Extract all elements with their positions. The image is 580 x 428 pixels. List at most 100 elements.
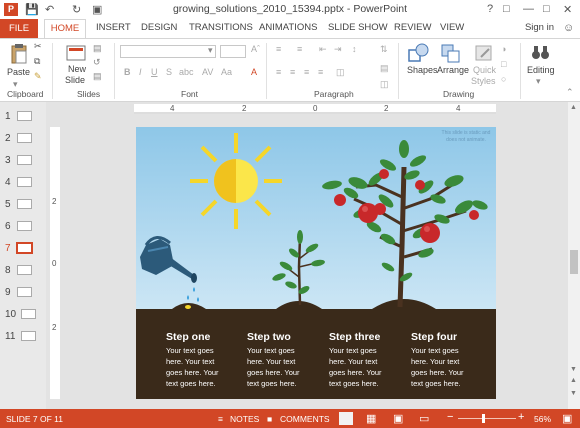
tab-view[interactable]: VIEW xyxy=(440,22,464,33)
slide-thumbnail[interactable]: 10 xyxy=(5,309,36,321)
step-block[interactable]: Step three Your text goes here. Your tex… xyxy=(329,331,409,389)
new-slide-label-2[interactable]: Slide xyxy=(65,75,85,85)
zoom-slider[interactable] xyxy=(458,418,516,419)
editing-label[interactable]: Editing xyxy=(527,65,555,75)
tab-design[interactable]: DESIGN xyxy=(141,22,177,33)
shape-outline-icon[interactable]: □ xyxy=(501,59,506,69)
reset-icon[interactable]: ↺ xyxy=(93,57,101,68)
slide-thumbnail[interactable]: 6 xyxy=(5,221,32,233)
increase-font-icon[interactable]: Aˆ xyxy=(251,44,260,54)
comments-icon[interactable]: ■ xyxy=(267,414,272,424)
underline-icon[interactable]: U xyxy=(151,67,158,77)
slide-thumbnail-image[interactable] xyxy=(17,287,32,297)
reading-view-icon[interactable]: ▣ xyxy=(393,412,403,425)
arrange-label[interactable]: Arrange xyxy=(437,65,469,75)
tab-review[interactable]: REVIEW xyxy=(394,22,431,33)
help-icon[interactable]: ? xyxy=(487,3,493,15)
strikethrough-icon[interactable]: abc xyxy=(179,67,194,77)
slide-thumbnail-image[interactable] xyxy=(16,242,33,254)
collapse-ribbon-icon[interactable]: ⌃ xyxy=(566,87,574,98)
font-name-dropdown-icon[interactable]: ▾ xyxy=(208,45,213,56)
align-left-icon[interactable]: ≡ xyxy=(276,67,281,77)
slide-thumbnail[interactable]: 5 xyxy=(5,199,32,211)
line-spacing-icon[interactable]: ↕ xyxy=(352,44,357,54)
shapes-icon[interactable] xyxy=(408,43,430,63)
slide-thumbnail[interactable]: 2 xyxy=(5,133,32,145)
columns-icon[interactable]: ◫ xyxy=(336,67,345,78)
tab-slide-show[interactable]: SLIDE SHOW xyxy=(328,22,388,33)
smartart-icon[interactable]: ◫ xyxy=(380,79,389,90)
section-icon[interactable]: ▤ xyxy=(93,71,102,82)
close-icon[interactable]: ✕ xyxy=(563,3,572,16)
maximize-icon[interactable]: □ xyxy=(543,3,550,15)
numbering-icon[interactable]: ≡ xyxy=(297,44,302,54)
italic-icon[interactable]: I xyxy=(139,67,142,77)
minimize-icon[interactable]: — xyxy=(523,3,534,15)
format-painter-icon[interactable]: ✎ xyxy=(34,71,42,82)
comments-button[interactable]: COMMENTS xyxy=(280,414,330,424)
tab-transitions[interactable]: TRANSITIONS xyxy=(189,22,253,33)
sign-in-link[interactable]: Sign in xyxy=(525,22,554,33)
step-block[interactable]: Step one Your text goes here. Your text … xyxy=(166,331,246,389)
scroll-down-icon[interactable]: ▼ xyxy=(570,366,577,373)
zoom-level[interactable]: 56% xyxy=(534,414,551,424)
copy-icon[interactable]: ⧉ xyxy=(34,56,40,67)
slide-thumbnail[interactable]: 8 xyxy=(5,265,32,277)
fit-to-window-icon[interactable]: ▣ xyxy=(562,412,572,425)
align-text-icon[interactable]: ▤ xyxy=(380,63,389,74)
slide-thumbnail-image[interactable] xyxy=(17,155,32,165)
slide-thumbnail[interactable]: 1 xyxy=(5,111,32,123)
slide-thumbnail-image[interactable] xyxy=(17,177,32,187)
zoom-slider-thumb[interactable] xyxy=(482,414,485,423)
scrollbar-thumb[interactable] xyxy=(570,250,578,274)
zoom-out-icon[interactable]: − xyxy=(447,411,453,423)
binoculars-icon[interactable] xyxy=(530,43,552,63)
align-center-icon[interactable]: ≡ xyxy=(290,67,295,77)
slide-sorter-icon[interactable]: ▦ xyxy=(366,412,376,425)
font-name-combo[interactable] xyxy=(120,45,216,58)
paste-icon[interactable] xyxy=(9,43,29,65)
cut-icon[interactable]: ✂ xyxy=(34,41,42,52)
slide-content[interactable]: This slide is static and does not animat… xyxy=(136,127,496,399)
shapes-label[interactable]: Shapes xyxy=(407,65,438,75)
slide-thumbnail-selected[interactable]: 7 xyxy=(5,242,33,255)
user-icon[interactable]: ☺ xyxy=(563,22,574,34)
scroll-up-icon[interactable]: ▲ xyxy=(570,104,577,111)
font-size-combo[interactable] xyxy=(220,45,246,58)
ribbon-display-icon[interactable]: □ xyxy=(503,3,510,15)
slide-thumbnail[interactable]: 11 xyxy=(5,331,36,343)
slide-thumbnail-image[interactable] xyxy=(17,111,32,121)
slide-thumbnail[interactable]: 4 xyxy=(5,177,32,189)
notes-button[interactable]: NOTES xyxy=(230,414,259,424)
text-direction-icon[interactable]: ⇅ xyxy=(380,44,388,55)
font-color-icon[interactable]: A xyxy=(251,67,257,77)
slide-thumbnail[interactable]: 9 xyxy=(5,287,32,299)
slide-thumbnail-image[interactable] xyxy=(17,199,32,209)
new-slide-label[interactable]: New xyxy=(68,64,86,74)
tab-insert[interactable]: INSERT xyxy=(96,22,131,33)
vertical-scrollbar[interactable]: ▲ ▼ ▲ ▼ xyxy=(568,102,580,409)
notes-icon[interactable]: ≡ xyxy=(218,414,223,424)
tab-file[interactable]: FILE xyxy=(0,19,38,38)
slideshow-icon[interactable]: ▭ xyxy=(419,412,429,425)
slide-thumbnail-image[interactable] xyxy=(21,309,36,319)
editing-dropdown-icon[interactable]: ▾ xyxy=(536,76,541,87)
tab-home[interactable]: HOME xyxy=(44,19,86,38)
tab-animations[interactable]: ANIMATIONS xyxy=(259,22,317,33)
quick-styles-label[interactable]: Quick xyxy=(473,65,496,75)
char-spacing-icon[interactable]: AV xyxy=(202,67,213,77)
slide-thumbnail-image[interactable] xyxy=(21,331,36,341)
shape-effects-icon[interactable]: ○ xyxy=(501,74,506,84)
slide-thumbnail-image[interactable] xyxy=(17,133,32,143)
slide-thumbnail-image[interactable] xyxy=(17,221,32,231)
zoom-in-icon[interactable]: + xyxy=(518,411,524,423)
slide-thumbnail[interactable]: 3 xyxy=(5,155,32,167)
paste-label[interactable]: Paste xyxy=(7,67,30,77)
previous-slide-icon[interactable]: ▲ xyxy=(570,377,577,384)
shadow-icon[interactable]: S xyxy=(166,67,172,77)
quick-styles-label-2[interactable]: Styles xyxy=(471,76,496,86)
arrange-icon[interactable] xyxy=(440,43,462,63)
step-block[interactable]: Step four Your text goes here. Your text… xyxy=(411,331,491,389)
change-case-icon[interactable]: Aa xyxy=(221,67,232,77)
increase-indent-icon[interactable]: ⇥ xyxy=(334,44,342,55)
